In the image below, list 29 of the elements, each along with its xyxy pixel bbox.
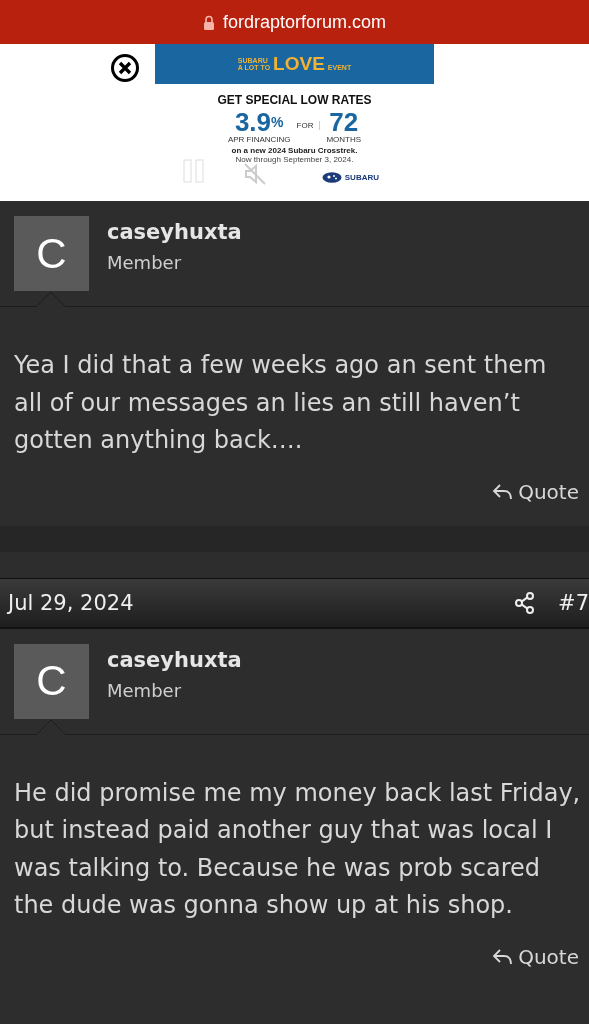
url-text[interactable]: fordraptorforum.com bbox=[222, 11, 387, 33]
stars-logo-icon bbox=[321, 172, 342, 183]
share-icon[interactable] bbox=[514, 591, 537, 614]
ad-rate-label: APR FINANCING bbox=[227, 135, 291, 144]
ad-rate: 3.9% bbox=[234, 109, 284, 135]
ad-headline: GET SPECIAL LOW RATES bbox=[217, 93, 372, 107]
ad-months: 72 bbox=[329, 109, 359, 135]
quote-button[interactable]: Quote bbox=[492, 479, 579, 504]
lock-icon bbox=[202, 14, 215, 30]
close-icon[interactable] bbox=[110, 53, 140, 83]
ad-love-text: LOVE bbox=[273, 53, 325, 75]
user-role: Member bbox=[107, 252, 183, 273]
ad-months-label: MONTHS bbox=[326, 135, 362, 144]
ad-logo-text: SUBARU bbox=[344, 173, 379, 182]
reply-icon bbox=[492, 481, 515, 502]
post-message: Yea I did that a few weeks ago an sent them all of our messages an lies an still haven’t gotten anything back…. bbox=[13, 350, 548, 456]
post-number[interactable]: #7 bbox=[558, 590, 589, 615]
quote-button[interactable]: Quote bbox=[492, 944, 579, 969]
avatar[interactable]: C bbox=[14, 216, 89, 291]
post-message: He did promise me my money back last Friday, but instead paid another guy that was local I was talking to. Because he was prob scared the dude was gonna show up at his shop. bbox=[13, 777, 582, 921]
username[interactable]: caseyhuxta bbox=[107, 220, 242, 244]
ad-offer: on a new 2024 Subaru Crosstrek. bbox=[231, 146, 358, 155]
ad-for-text: FOR bbox=[296, 121, 321, 130]
avatar[interactable]: C bbox=[14, 643, 89, 719]
username[interactable]: caseyhuxta bbox=[107, 647, 242, 672]
user-role: Member bbox=[107, 679, 183, 701]
reply-icon bbox=[492, 946, 515, 967]
ad-dates: Now through September 3, 2024. bbox=[235, 155, 354, 164]
post-date: Jul 29, 2024 bbox=[8, 590, 134, 615]
